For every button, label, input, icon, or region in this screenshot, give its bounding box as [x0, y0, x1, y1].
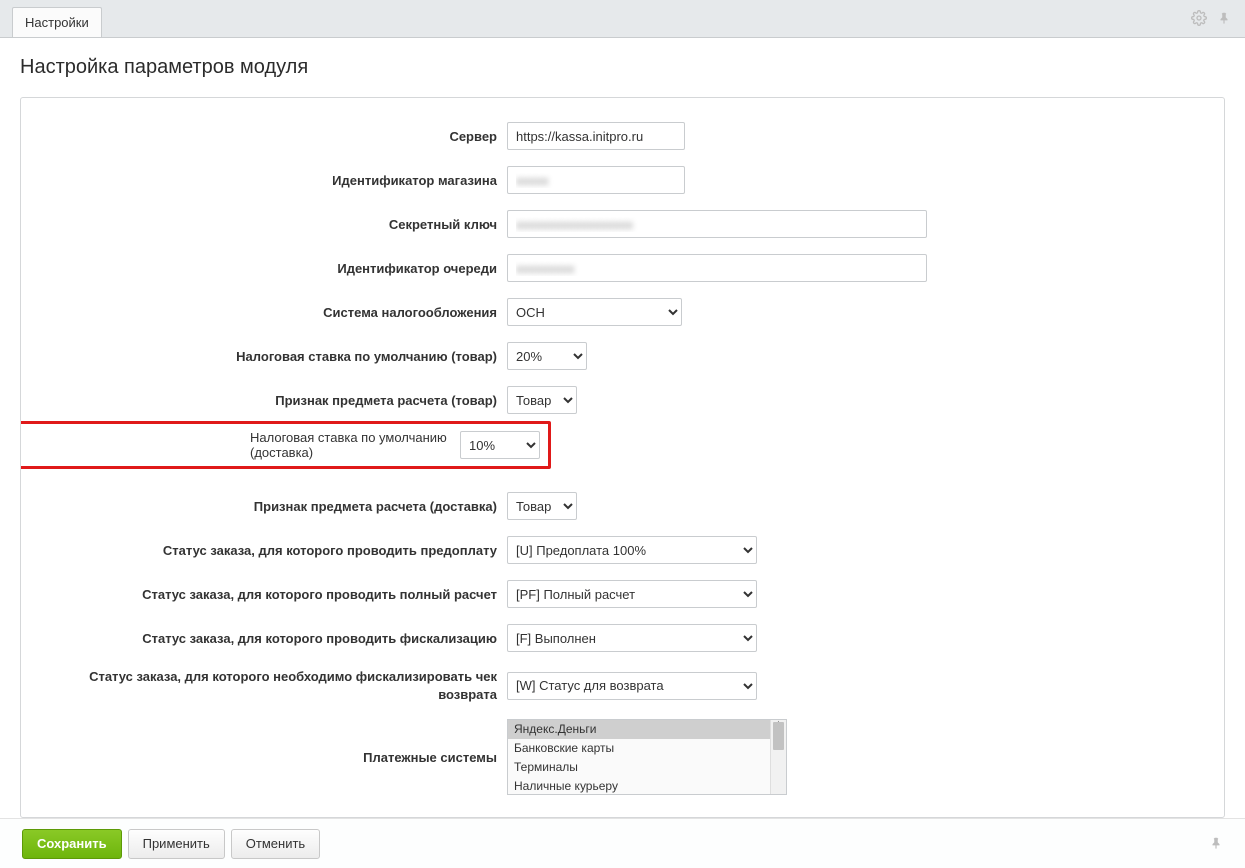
label-status-prepay: Статус заказа, для которого проводить пр… [37, 543, 507, 558]
topbar-icons [1191, 10, 1231, 26]
highlight-tax-rate-delivery: Налоговая ставка по умолчанию (доставка)… [20, 421, 551, 469]
label-tax-rate-product: Налоговая ставка по умолчанию (товар) [37, 349, 507, 364]
footer-pin-icon[interactable] [1209, 835, 1223, 854]
label-paysystems: Платежные системы [37, 750, 507, 765]
label-tax-system: Система налогообложения [37, 305, 507, 320]
label-secret: Секретный ключ [37, 217, 507, 232]
tax-rate-delivery-select[interactable]: 10% [460, 431, 540, 459]
tax-rate-product-select[interactable]: 20% [507, 342, 587, 370]
label-queue: Идентификатор очереди [37, 261, 507, 276]
top-bar: Настройки [0, 0, 1245, 38]
secret-input[interactable] [507, 210, 927, 238]
paysystem-option[interactable]: Терминалы [508, 758, 770, 777]
paysystem-option[interactable]: Банковские карты [508, 739, 770, 758]
form-panel: Сервер Идентификатор магазина Секретный … [20, 97, 1225, 818]
cancel-button[interactable]: Отменить [231, 829, 320, 859]
status-prepay-select[interactable]: [U] Предоплата 100% [507, 536, 757, 564]
label-server: Сервер [37, 129, 507, 144]
label-status-fullpay: Статус заказа, для которого проводить по… [37, 587, 507, 602]
listbox-scrollbar[interactable]: ▲ [770, 720, 786, 794]
paysystems-listbox[interactable]: Яндекс.ДеньгиБанковские картыТерминалыНа… [507, 719, 787, 795]
save-button[interactable]: Сохранить [22, 829, 122, 859]
label-status-fiscal: Статус заказа, для которого проводить фи… [37, 631, 507, 646]
subject-delivery-select[interactable]: Товар [507, 492, 577, 520]
tax-system-select[interactable]: ОСН [507, 298, 682, 326]
gear-icon[interactable] [1191, 10, 1207, 26]
page-body: Настройка параметров модуля Сервер Идент… [0, 38, 1245, 818]
pin-icon[interactable] [1217, 10, 1231, 26]
shop-id-input[interactable] [507, 166, 685, 194]
label-subject-product: Признак предмета расчета (товар) [37, 393, 507, 408]
tab-settings[interactable]: Настройки [12, 7, 102, 37]
server-input[interactable] [507, 122, 685, 150]
paysystem-option[interactable]: Яндекс.Деньги [508, 720, 770, 739]
page-title: Настройка параметров модуля [20, 56, 1225, 79]
status-fullpay-select[interactable]: [PF] Полный расчет [507, 580, 757, 608]
footer-bar: Сохранить Применить Отменить [0, 818, 1245, 868]
label-subject-delivery: Признак предмета расчета (доставка) [37, 499, 507, 514]
subject-product-select[interactable]: Товар [507, 386, 577, 414]
queue-input[interactable] [507, 254, 927, 282]
label-status-refund: Статус заказа, для которого необходимо ф… [37, 668, 507, 703]
paysystem-option[interactable]: Наличные курьеру [508, 777, 770, 794]
apply-button[interactable]: Применить [128, 829, 225, 859]
label-shop-id: Идентификатор магазина [37, 173, 507, 188]
status-refund-select[interactable]: [W] Статус для возврата [507, 672, 757, 700]
label-tax-rate-delivery: Налоговая ставка по умолчанию (доставка) [20, 430, 460, 460]
status-fiscal-select[interactable]: [F] Выполнен [507, 624, 757, 652]
